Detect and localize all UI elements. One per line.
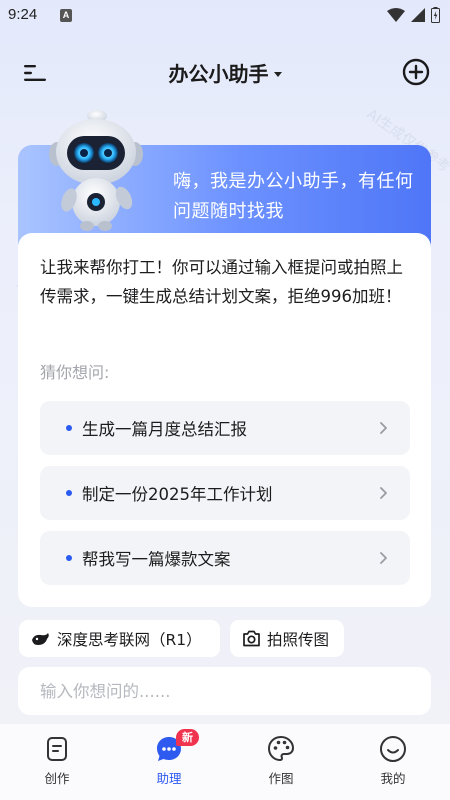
suggestion-item[interactable]: 制定一份2025年工作计划 xyxy=(40,466,410,520)
nav-item-draw[interactable]: 作图 xyxy=(241,734,321,787)
new-badge: 新 xyxy=(176,729,199,746)
bottom-nav: 创作 新 助理 作图 我的 xyxy=(0,724,450,800)
guess-label: 猜你想问: xyxy=(40,363,110,382)
page-title: 办公小助手 xyxy=(168,62,269,86)
bullet-dot xyxy=(66,555,72,561)
status-bar: 9:24 A xyxy=(0,0,450,34)
suggestion-item[interactable]: 帮我写一篇爆款文案 xyxy=(40,531,410,585)
suggestion-label: 帮我写一篇爆款文案 xyxy=(82,550,231,569)
wifi-icon xyxy=(387,8,405,22)
photo-upload-button[interactable]: 拍照传图 xyxy=(230,620,344,657)
document-icon xyxy=(47,737,67,761)
deep-think-toggle[interactable]: 深度思考联网（R1） xyxy=(19,620,220,657)
bullet-dot xyxy=(66,490,72,496)
assistant-selector[interactable]: 办公小助手 xyxy=(0,58,450,87)
suggestion-item[interactable]: 生成一篇月度总结汇报 xyxy=(40,401,410,455)
camera-icon xyxy=(243,630,260,647)
nav-item-profile[interactable]: 我的 xyxy=(353,734,433,787)
suggestion-label: 制定一份2025年工作计划 xyxy=(82,485,273,504)
app-header: 办公小助手 xyxy=(0,50,450,96)
message-input-box xyxy=(18,667,431,715)
intro-text: 让我来帮你打工！你可以通过输入框提问或拍照上传需求，一键生成总结计划文案，拒绝9… xyxy=(40,258,403,306)
caret-down-icon xyxy=(273,72,282,77)
assistant-message-card: 让我来帮你打工！你可以通过输入框提问或拍照上传需求，一键生成总结计划文案，拒绝9… xyxy=(18,233,431,607)
greeting-text: 嗨，我是办公小助手，有任何问题随时找我 xyxy=(173,171,414,222)
nav-label: 助理 xyxy=(156,771,182,786)
notification-icon: A xyxy=(60,9,72,22)
palette-icon xyxy=(267,735,295,762)
battery-icon xyxy=(431,7,440,23)
status-icons xyxy=(387,7,440,23)
chevron-right-icon xyxy=(380,422,387,434)
signal-icon xyxy=(411,8,425,22)
suggestion-label: 生成一篇月度总结汇报 xyxy=(82,420,247,439)
nav-label: 作图 xyxy=(268,771,294,786)
bullet-dot xyxy=(66,425,72,431)
chevron-right-icon xyxy=(380,552,387,564)
whale-icon xyxy=(32,632,49,645)
nav-label: 我的 xyxy=(380,771,406,786)
chevron-right-icon xyxy=(380,487,387,499)
smile-icon xyxy=(380,736,406,762)
status-time: 9:24 xyxy=(8,6,38,23)
nav-item-create[interactable]: 创作 xyxy=(17,734,97,787)
add-icon[interactable] xyxy=(402,58,430,86)
robot-mascot-icon xyxy=(49,110,143,231)
photo-upload-label: 拍照传图 xyxy=(267,630,330,649)
message-input[interactable] xyxy=(18,667,431,715)
nav-item-assistant[interactable]: 新 助理 xyxy=(129,729,209,787)
deep-think-label: 深度思考联网（R1） xyxy=(57,630,202,649)
nav-label: 创作 xyxy=(44,771,70,786)
